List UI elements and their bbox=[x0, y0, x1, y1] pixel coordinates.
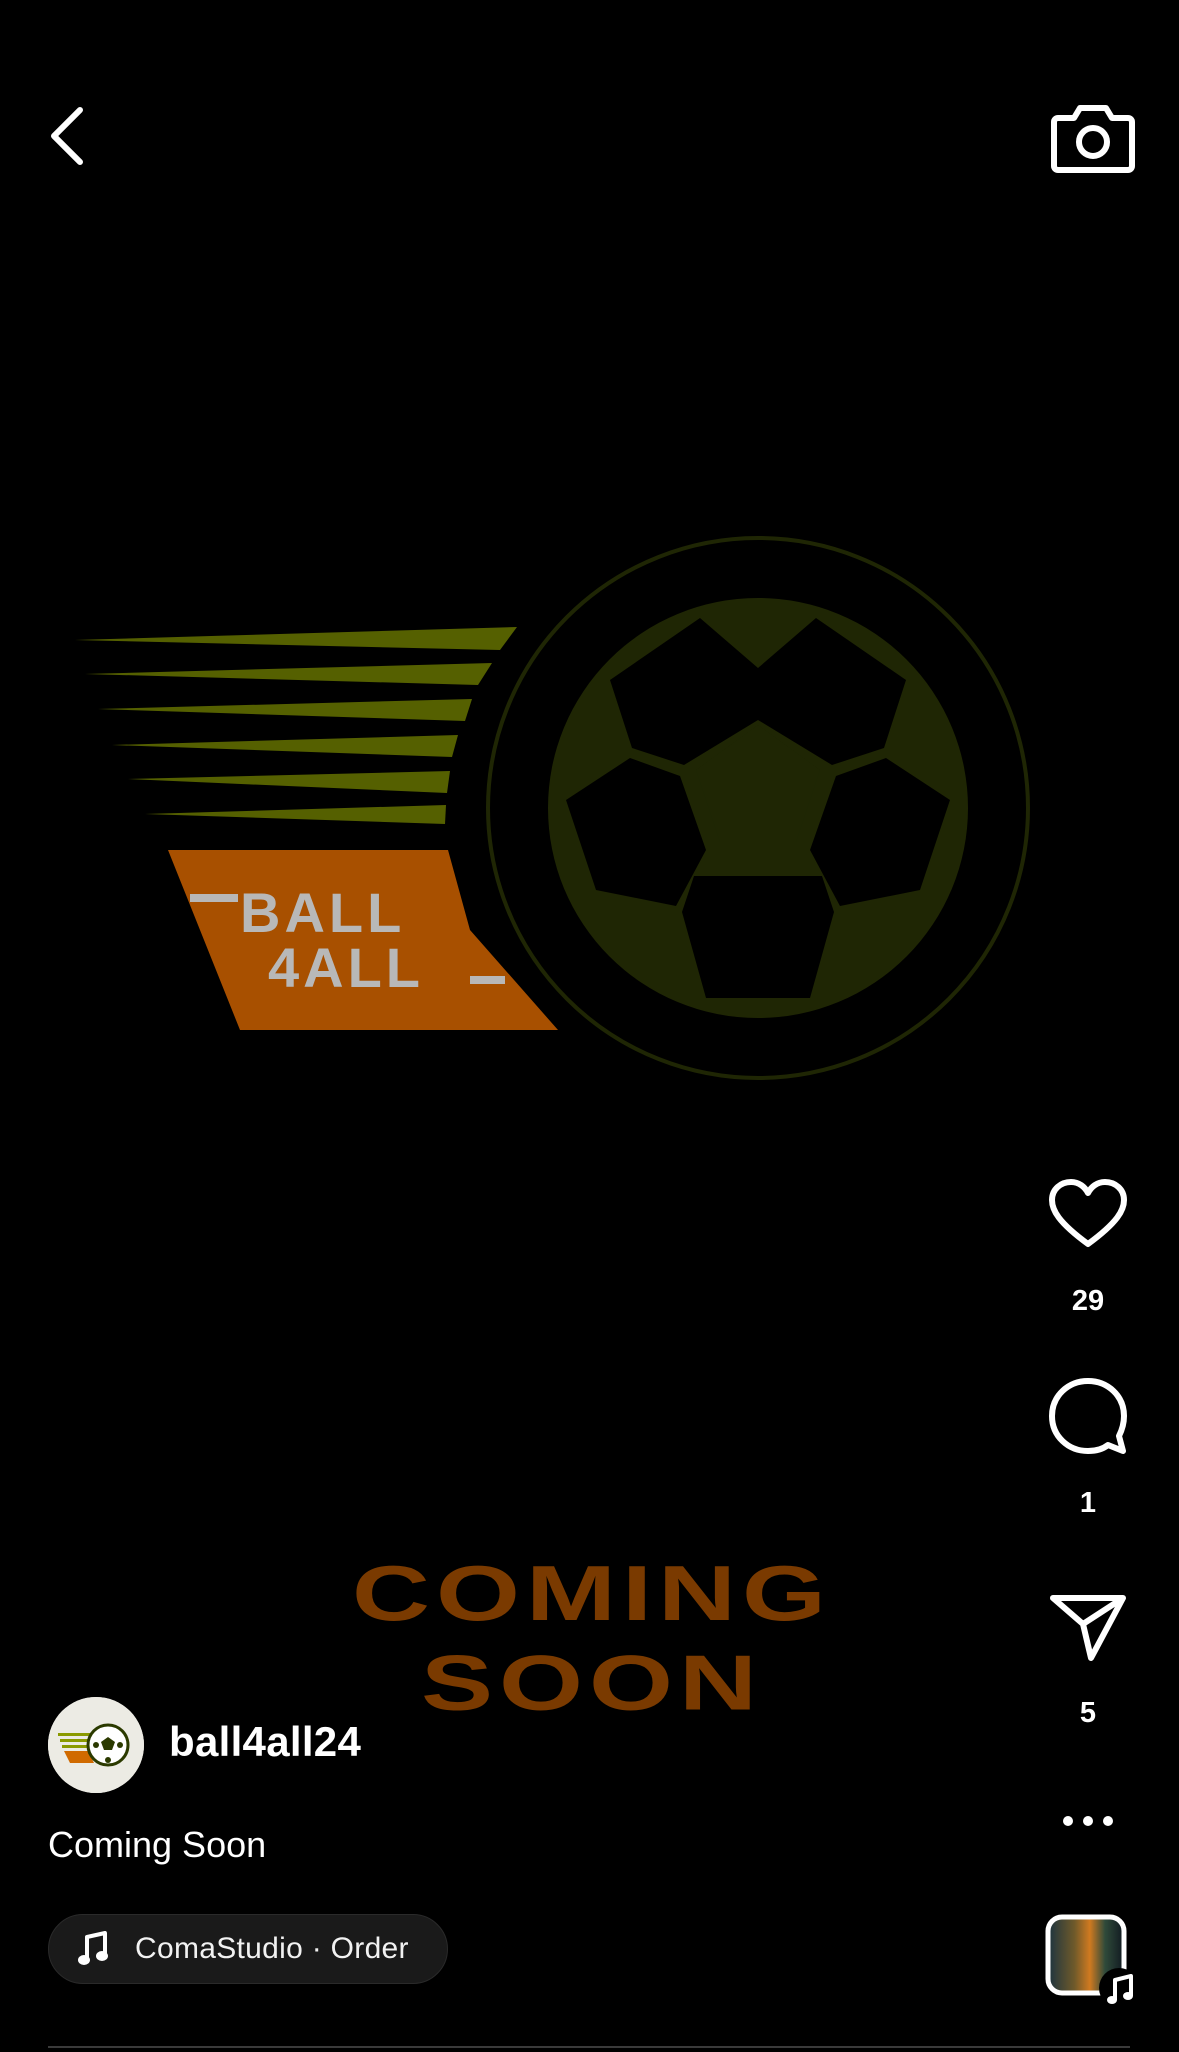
headline-line2: SOON bbox=[421, 1639, 763, 1726]
like-count: 29 bbox=[1071, 1285, 1105, 1317]
caption: Coming Soon bbox=[48, 1824, 267, 1865]
heart-icon bbox=[1049, 1179, 1127, 1247]
audio-title: ComaStudio · Order bbox=[135, 1932, 409, 1965]
music-note-icon bbox=[77, 1931, 113, 1967]
comment-button[interactable] bbox=[1040, 1374, 1136, 1460]
back-button[interactable] bbox=[40, 100, 100, 172]
audio-pill[interactable]: ComaStudio · Order bbox=[48, 1914, 448, 1984]
more-horizontal-icon bbox=[1063, 1816, 1113, 1826]
headline-line1: COMING bbox=[352, 1550, 832, 1637]
camera-icon bbox=[1051, 105, 1135, 173]
more-options-button[interactable] bbox=[1040, 1806, 1136, 1836]
comment-bubble-icon bbox=[1049, 1378, 1127, 1454]
ball4all-logo-avatar bbox=[48, 1697, 144, 1793]
bottom-divider bbox=[48, 2046, 1130, 2048]
like-button[interactable] bbox=[1040, 1172, 1136, 1256]
avatar[interactable] bbox=[48, 1697, 144, 1793]
music-note-badge-icon bbox=[1099, 1968, 1139, 2008]
audio-thumbnail[interactable] bbox=[1045, 1914, 1139, 2008]
username[interactable]: ball4all24 bbox=[169, 1718, 361, 1766]
chevron-left-icon bbox=[51, 107, 83, 165]
comment-count: 1 bbox=[1079, 1487, 1097, 1519]
logo-text-line2: 4ALL bbox=[268, 936, 424, 999]
paper-plane-icon bbox=[1050, 1595, 1126, 1661]
share-count: 5 bbox=[1079, 1697, 1097, 1729]
speed-lines bbox=[75, 627, 517, 824]
soccer-ball-icon bbox=[486, 536, 1030, 1080]
logo-text-line1: BALL bbox=[240, 881, 405, 944]
camera-button[interactable] bbox=[1050, 96, 1136, 176]
share-button[interactable] bbox=[1040, 1592, 1136, 1662]
audio-cover-icon bbox=[1045, 1914, 1139, 2008]
